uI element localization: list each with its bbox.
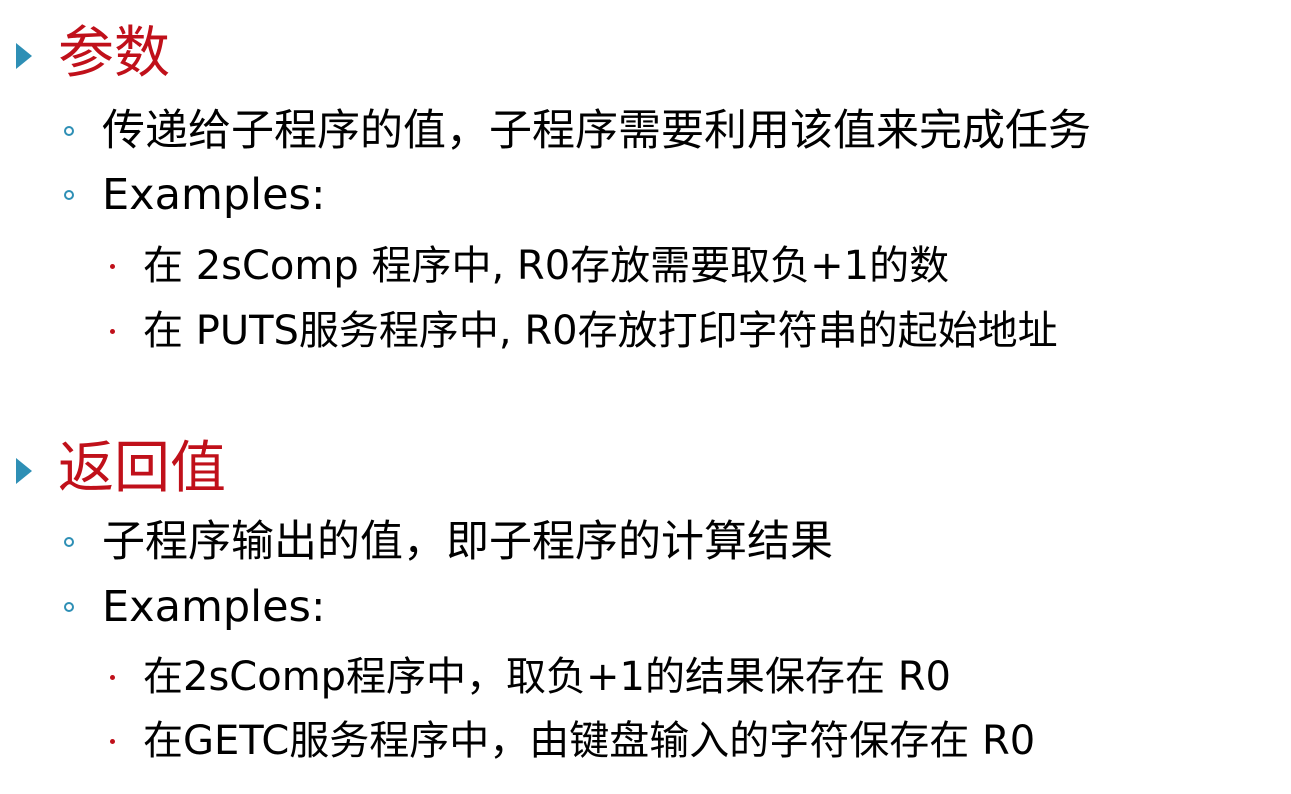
return-value-examples-label: Examples: xyxy=(102,582,326,632)
parameters-definition: 传递给子程序的值，子程序需要利用该值来完成任务 xyxy=(102,106,1091,156)
parameters-examples-label: Examples: xyxy=(102,170,326,220)
return-value-definition: 子程序输出的值，即子程序的计算结果 xyxy=(102,517,833,567)
parameters-example-2: 在 PUTS服务程序中, R0存放打印字符串的起始地址 xyxy=(143,308,1058,354)
dot-icon xyxy=(110,329,115,334)
section-title-return-value: 返回值 xyxy=(58,436,226,501)
slide: 参数 传递给子程序的值，子程序需要利用该值来完成任务 Examples: 在 2… xyxy=(0,0,1291,794)
section-title-parameters: 参数 xyxy=(58,21,170,86)
dot-icon xyxy=(110,739,115,744)
hollow-circle-icon xyxy=(64,537,74,547)
triangle-right-icon xyxy=(16,43,32,69)
hollow-circle-icon xyxy=(64,126,74,136)
dot-icon xyxy=(110,264,115,269)
hollow-circle-icon xyxy=(64,190,74,200)
parameters-example-1: 在 2sComp 程序中, R0存放需要取负+1的数 xyxy=(143,243,950,289)
hollow-circle-icon xyxy=(64,602,74,612)
triangle-right-icon xyxy=(16,458,32,484)
dot-icon xyxy=(110,675,115,680)
return-value-example-1: 在2sComp程序中，取负+1的结果保存在 R0 xyxy=(143,654,951,700)
return-value-example-2: 在GETC服务程序中，由键盘输入的字符保存在 R0 xyxy=(143,718,1036,764)
